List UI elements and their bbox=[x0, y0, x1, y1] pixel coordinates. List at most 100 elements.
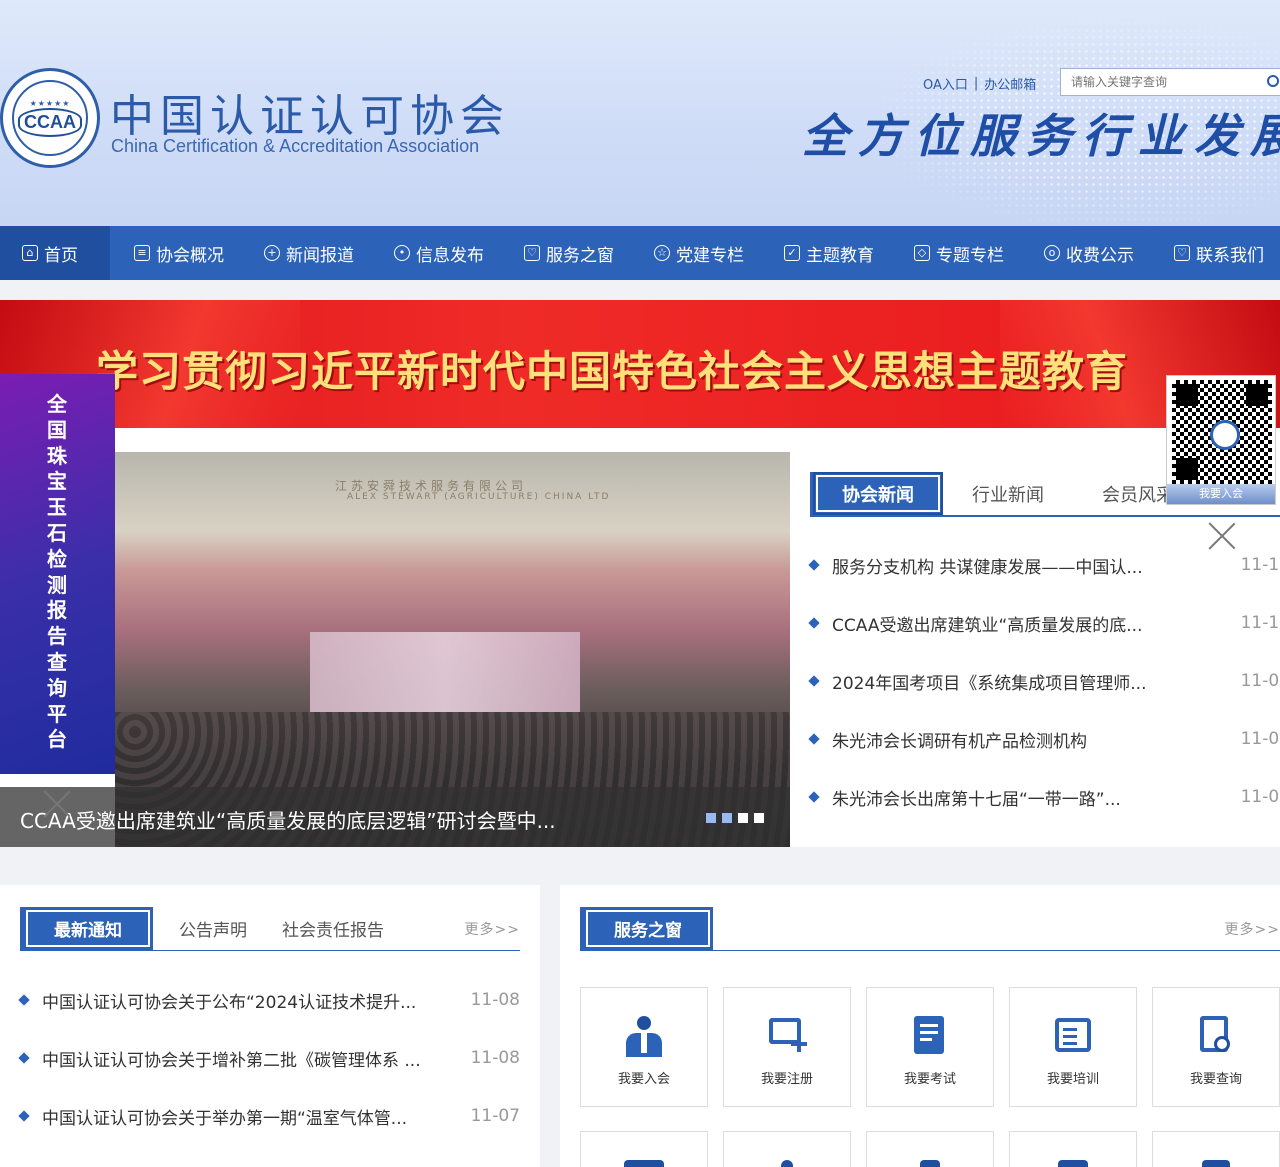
tile-label: 我要查询 bbox=[1189, 1072, 1242, 1087]
qr-close-icon[interactable] bbox=[1207, 520, 1237, 550]
training-icon bbox=[1053, 1016, 1093, 1058]
nav-news[interactable]: + 新闻报道 bbox=[240, 226, 370, 280]
nav-info[interactable]: • 信息发布 bbox=[370, 226, 500, 280]
tile-row2[interactable] bbox=[723, 1131, 851, 1167]
side-char: 报 bbox=[47, 598, 67, 623]
carousel-dot[interactable] bbox=[754, 813, 764, 823]
ccaa-logo[interactable]: ★★★★★ CCAA bbox=[0, 68, 100, 168]
jewelry-query-float[interactable]: 全 国 珠 宝 玉 石 检 测 报 告 查 询 平 台 bbox=[0, 374, 115, 774]
diamond-bullet-icon bbox=[808, 791, 820, 803]
tile-row2[interactable] bbox=[1152, 1131, 1280, 1167]
carousel-dot[interactable] bbox=[722, 813, 732, 823]
notice-item[interactable]: 中国认证认可协会关于公布“2024认证技术提升... 11-08 bbox=[18, 971, 520, 1029]
home-icon: ⌂ bbox=[22, 245, 38, 261]
tile-label: 我要考试 bbox=[903, 1072, 956, 1087]
notice-item[interactable]: 中国认证认可协会关于增补第二批《碳管理体系 ... 11-08 bbox=[18, 1029, 520, 1087]
side-char: 平 bbox=[47, 701, 67, 726]
carousel-dot[interactable] bbox=[738, 813, 748, 823]
news-item[interactable]: 朱光沛会长出席第十七届“一带一路”... 11-07 bbox=[808, 768, 1280, 826]
badge-icon: ✓ bbox=[784, 245, 800, 261]
logo-inner-ring: ★★★★★ CCAA bbox=[12, 80, 88, 156]
tab-latest-notice[interactable]: 最新通知 bbox=[23, 907, 153, 950]
nav-fees[interactable]: o 收费公示 bbox=[1020, 226, 1150, 280]
carousel-caption[interactable]: CCAA受邀出席建筑业“高质量发展的底层逻辑”研讨会暨中... bbox=[20, 805, 556, 834]
news-title: 服务分支机构 共谋健康发展——中国认... bbox=[832, 557, 1143, 578]
news-item[interactable]: 2024年国考项目《系统集成项目管理师... 11-08 bbox=[808, 652, 1280, 710]
tile-register[interactable]: 我要注册 bbox=[723, 987, 851, 1107]
news-item[interactable]: 朱光沛会长调研有机产品检测机构 11-08 bbox=[808, 710, 1280, 768]
nav-topics[interactable]: ◇ 专题专栏 bbox=[890, 226, 1020, 280]
service-tiles: 我要入会 我要注册 我要考试 我要培训 我要查询 bbox=[580, 987, 1280, 1107]
tab-association-news[interactable]: 协会新闻 bbox=[813, 472, 943, 515]
search-icon[interactable] bbox=[1267, 75, 1279, 87]
nav-party[interactable]: ☆ 党建专栏 bbox=[630, 226, 760, 280]
notice-item[interactable]: 中国认证认可协会关于举办第一期“温室气体管... 11-07 bbox=[18, 1087, 520, 1145]
nav-service[interactable]: ♡ 服务之窗 bbox=[500, 226, 630, 280]
side-char: 查 bbox=[47, 649, 67, 674]
carousel-dots bbox=[706, 813, 764, 823]
tile-join[interactable]: 我要入会 bbox=[580, 987, 708, 1107]
notice-date: 11-07 bbox=[470, 1106, 520, 1126]
tile-icon-top bbox=[1202, 1160, 1230, 1167]
news-title: CCAA受邀出席建筑业“高质量发展的底... bbox=[832, 615, 1143, 636]
header-slogan: 全方位服务行业发展 bbox=[802, 109, 1280, 163]
news-date: 11-08 bbox=[1240, 671, 1280, 691]
theme-education-banner[interactable]: 学习贯彻习近平新时代中国特色社会主义思想主题教育 bbox=[0, 300, 1280, 428]
globe-icon: + bbox=[264, 245, 280, 261]
tab-announcements[interactable]: 公告声明 bbox=[153, 907, 273, 950]
tile-row2[interactable] bbox=[866, 1131, 994, 1167]
monitor-plus-icon bbox=[767, 1016, 807, 1058]
tile-row2[interactable] bbox=[1009, 1131, 1137, 1167]
nav-about[interactable]: ≡ 协会概况 bbox=[110, 226, 240, 280]
tab-social-report[interactable]: 社会责任报告 bbox=[273, 907, 393, 950]
news-title: 朱光沛会长出席第十七届“一带一路”... bbox=[832, 789, 1121, 810]
service-title[interactable]: 服务之窗 bbox=[583, 907, 713, 950]
side-char: 台 bbox=[47, 727, 67, 752]
qr-float[interactable]: 我要入会 bbox=[1166, 375, 1276, 505]
eye-icon: • bbox=[394, 245, 410, 261]
diamond-bullet-icon bbox=[18, 994, 30, 1006]
side-char: 珠 bbox=[47, 443, 67, 468]
qr-code-icon bbox=[1172, 380, 1272, 484]
notice-date: 11-08 bbox=[470, 1048, 520, 1068]
news-item[interactable]: CCAA受邀出席建筑业“高质量发展的底... 11-11 bbox=[808, 594, 1280, 652]
main-nav: ⌂ 首页 ≡ 协会概况 + 新闻报道 • 信息发布 ♡ 服务之窗 ☆ 党建专栏 ✓ 主题教育 … bbox=[0, 226, 1280, 280]
logo-stars-icon: ★★★★★ bbox=[29, 99, 71, 108]
tile-label: 我要入会 bbox=[617, 1072, 670, 1087]
side-char: 检 bbox=[47, 546, 67, 571]
tab-industry-news[interactable]: 行业新闻 bbox=[943, 472, 1073, 515]
nav-education[interactable]: ✓ 主题教育 bbox=[760, 226, 890, 280]
side-float-text: 全 国 珠 宝 玉 石 检 测 报 告 查 询 平 台 bbox=[42, 392, 72, 753]
tile-icon-top bbox=[920, 1160, 940, 1167]
side-char: 全 bbox=[47, 392, 67, 416]
exam-paper-icon bbox=[910, 1016, 950, 1058]
nav-label: 收费公示 bbox=[1066, 245, 1134, 266]
side-char: 询 bbox=[47, 675, 67, 700]
notice-title: 中国认证认可协会关于举办第一期“温室气体管... bbox=[42, 1108, 408, 1129]
notice-more-link[interactable]: 更多>> bbox=[465, 919, 520, 939]
site-title-cn[interactable]: 中国认证认可协会 bbox=[110, 80, 510, 144]
side-char: 国 bbox=[47, 417, 67, 442]
oa-link[interactable]: OA入口 bbox=[923, 74, 968, 93]
service-panel: 服务之窗 更多>> 我要入会 我要注册 我要考试 我要培训 我要查询 bbox=[560, 885, 1280, 1167]
person-icon bbox=[624, 1016, 664, 1058]
side-float-close-icon[interactable] bbox=[42, 788, 72, 818]
news-date: 11-08 bbox=[1240, 729, 1280, 749]
service-tiles-row2 bbox=[580, 1131, 1280, 1167]
service-more-link[interactable]: 更多>> bbox=[1225, 919, 1280, 939]
search-input[interactable] bbox=[1061, 69, 1261, 95]
tile-exam[interactable]: 我要考试 bbox=[866, 987, 994, 1107]
tile-row2[interactable] bbox=[580, 1131, 708, 1167]
side-char: 玉 bbox=[47, 495, 67, 520]
nav-label: 服务之窗 bbox=[546, 245, 614, 266]
news-carousel: 江苏安舜技术服务有限公司 ALEX STEWART (AGRICULTURE) … bbox=[0, 428, 790, 847]
nav-contact[interactable]: ♡ 联系我们 bbox=[1150, 226, 1280, 280]
mail-link[interactable]: 办公邮箱 bbox=[984, 74, 1036, 93]
diamond-bullet-icon bbox=[18, 1052, 30, 1064]
diamond-bullet-icon bbox=[808, 733, 820, 745]
nav-home[interactable]: ⌂ 首页 bbox=[0, 226, 110, 280]
tile-training[interactable]: 我要培训 bbox=[1009, 987, 1137, 1107]
news-date: 11-15 bbox=[1240, 555, 1280, 575]
carousel-dot[interactable] bbox=[706, 813, 716, 823]
tile-query[interactable]: 我要查询 bbox=[1152, 987, 1280, 1107]
